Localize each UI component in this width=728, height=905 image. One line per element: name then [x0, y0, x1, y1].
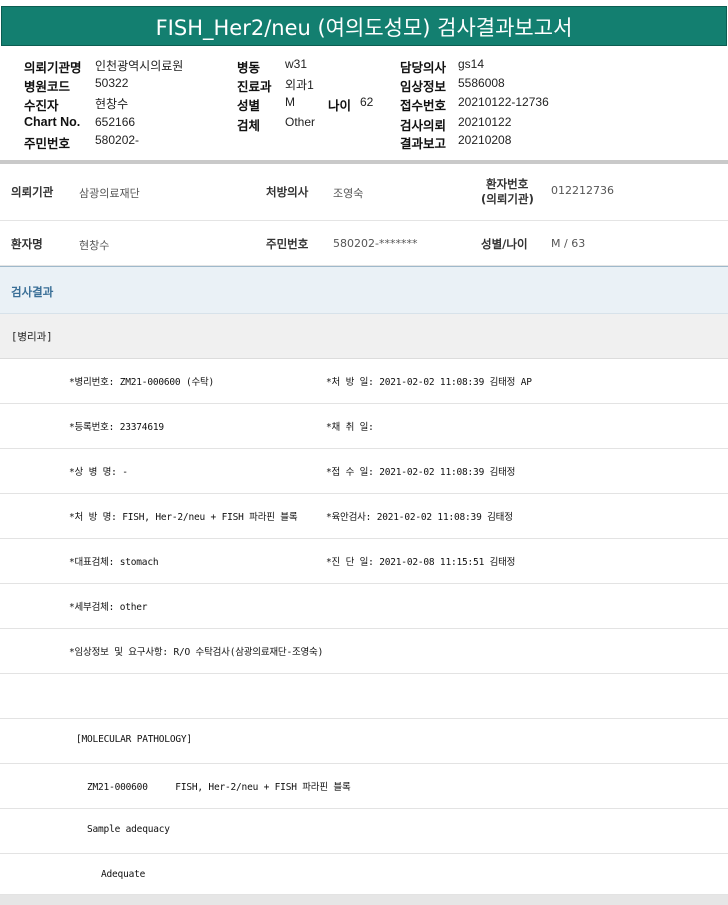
- header-value: 인천광역시의료원: [95, 59, 184, 73]
- department-header: [병리과]: [0, 314, 728, 359]
- header-value: 5586008: [458, 76, 505, 90]
- header-value: 외과1: [285, 78, 314, 92]
- header-value: M: [285, 95, 295, 109]
- header-label: Chart No.: [24, 115, 81, 129]
- header-label: 의뢰기관명: [24, 61, 82, 75]
- detail-row: [0, 674, 728, 719]
- header-value: w31: [285, 57, 308, 71]
- header-value: 20210208: [458, 133, 512, 147]
- adequacy-label: Sample adequacy: [87, 824, 170, 835]
- header-label: 수진자: [24, 99, 59, 113]
- summary-label: 환자번호: [486, 177, 529, 191]
- header-label: 병동: [237, 61, 261, 75]
- header-value: 652166: [95, 115, 136, 129]
- molecular-item: ZM21-000600 FISH, Her-2/neu + FISH 파라핀 블…: [87, 782, 351, 793]
- detail-left: *임상정보 및 요구사항: R/O 수탁검사(삼광의료재단-조영숙): [69, 647, 324, 658]
- header-label: 접수번호: [400, 99, 447, 113]
- detail-left: *등록번호: 23374619: [69, 422, 164, 433]
- header-value: 현창수: [95, 97, 129, 111]
- summary-label: 주민번호: [266, 237, 309, 251]
- header-value: Other: [285, 115, 316, 129]
- summary-label: (의뢰기관): [481, 192, 534, 206]
- result-section-title: 검사결과: [11, 285, 54, 299]
- detail-left: *상 병 명: -: [69, 467, 128, 478]
- header-value: 20210122: [458, 115, 512, 129]
- header-label: 나이: [328, 99, 352, 113]
- report-header-info: 의뢰기관명 인천광역시의료원 병동 w31 담당의사 gs14 병원코드 503…: [0, 50, 728, 162]
- summary-label: 처방의사: [266, 185, 309, 199]
- summary-label: 성별/나이: [481, 237, 528, 251]
- summary-value: 조영숙: [333, 187, 364, 200]
- summary-label: 환자명: [11, 237, 43, 251]
- header-label: 검사의뢰: [400, 119, 447, 133]
- detail-right: *접 수 일: 2021-02-02 11:08:39 김태정: [326, 467, 516, 478]
- detail-left: *세부검체: other: [69, 602, 148, 613]
- detail-row: *상 병 명: - *접 수 일: 2021-02-02 11:08:39 김태…: [0, 449, 728, 494]
- header-value: gs14: [458, 57, 485, 71]
- result-section-header: 검사결과: [0, 266, 728, 314]
- detail-row: *등록번호: 23374619 *채 취 일:: [0, 404, 728, 449]
- summary-value: 580202-*******: [333, 237, 418, 250]
- detail-right: *채 취 일:: [326, 422, 374, 433]
- header-label: 진료과: [237, 80, 272, 94]
- header-value: 50322: [95, 76, 129, 90]
- detail-row: [MOLECULAR PATHOLOGY]: [0, 719, 728, 764]
- detail-right: *처 방 일: 2021-02-02 11:08:39 김태정 AP: [326, 377, 532, 388]
- summary-value: 012212736: [551, 184, 614, 197]
- detail-row: *임상정보 및 요구사항: R/O 수탁검사(삼광의료재단-조영숙): [0, 629, 728, 674]
- header-label: 임상정보: [400, 80, 447, 94]
- header-label: 성별: [237, 99, 261, 113]
- adequacy-value: Adequate: [101, 869, 146, 880]
- summary-value: 삼광의료재단: [79, 187, 140, 200]
- header-value: 62: [360, 95, 374, 109]
- detail-row: Adequate: [0, 854, 728, 895]
- header-label: 주민번호: [24, 137, 71, 151]
- detail-right: *진 단 일: 2021-02-08 11:15:51 김태정: [326, 557, 516, 568]
- summary-value: M / 63: [551, 237, 586, 250]
- detail-left: *병리번호: ZM21-000600 (수탁): [69, 377, 215, 388]
- detail-row: ZM21-000600 FISH, Her-2/neu + FISH 파라핀 블…: [0, 764, 728, 809]
- detail-right: *육안검사: 2021-02-02 11:08:39 김태정: [326, 512, 513, 523]
- department-label: [병리과]: [11, 331, 53, 343]
- summary-value: 현창수: [79, 239, 110, 252]
- bottom-strip: [0, 895, 728, 905]
- header-value: 20210122-12736: [458, 95, 549, 109]
- detail-row: *대표검체: stomach *진 단 일: 2021-02-08 11:15:…: [0, 539, 728, 584]
- molecular-heading: [MOLECULAR PATHOLOGY]: [76, 734, 192, 745]
- summary-row: 환자명 현창수 주민번호 580202-******* 성별/나이 M / 63: [0, 221, 728, 266]
- summary-row: 의뢰기관 삼광의료재단 처방의사 조영숙 환자번호 (의뢰기관) 0122127…: [0, 164, 728, 221]
- report-title: FISH_Her2/neu (여의도성모) 검사결과보고서: [155, 16, 573, 40]
- detail-row: *병리번호: ZM21-000600 (수탁) *처 방 일: 2021-02-…: [0, 359, 728, 404]
- detail-row: Sample adequacy: [0, 809, 728, 854]
- detail-row: *세부검체: other: [0, 584, 728, 629]
- header-value: 580202-: [95, 133, 140, 147]
- header-label: 담당의사: [400, 61, 447, 75]
- detail-left: *대표검체: stomach: [69, 557, 159, 568]
- title-bar: FISH_Her2/neu (여의도성모) 검사결과보고서: [0, 0, 728, 50]
- report-window: FISH_Her2/neu (여의도성모) 검사결과보고서 의뢰기관명 인천광역…: [0, 0, 728, 905]
- header-label: 검체: [237, 119, 261, 133]
- header-label: 결과보고: [400, 137, 447, 151]
- summary-label: 의뢰기관: [11, 185, 54, 199]
- header-label: 병원코드: [24, 80, 71, 94]
- detail-row: *처 방 명: FISH, Her-2/neu + FISH 파라핀 블록 *육…: [0, 494, 728, 539]
- detail-left: *처 방 명: FISH, Her-2/neu + FISH 파라핀 블록: [69, 512, 298, 523]
